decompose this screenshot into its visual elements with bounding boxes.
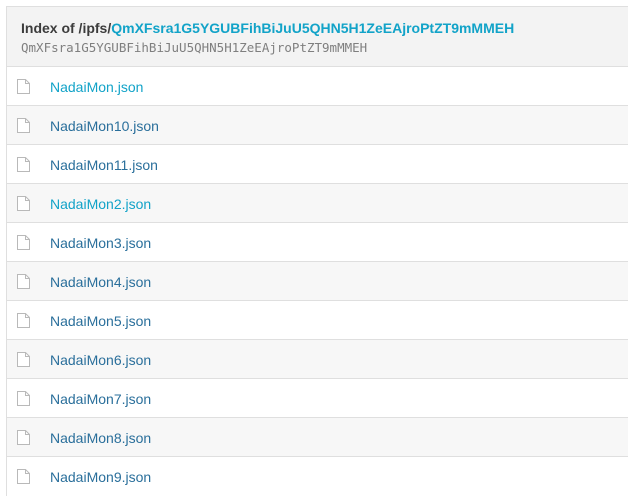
file-icon xyxy=(17,118,30,133)
file-icon xyxy=(17,235,30,250)
file-link[interactable]: NadaiMon7.json xyxy=(50,390,151,408)
file-link[interactable]: NadaiMon3.json xyxy=(50,234,151,252)
file-list: NadaiMon.json NadaiMon10.json NadaiMon11… xyxy=(7,67,628,496)
table-row: NadaiMon5.json xyxy=(7,301,628,340)
table-row: NadaiMon6.json xyxy=(7,340,628,379)
file-icon xyxy=(17,313,30,328)
table-row: NadaiMon4.json xyxy=(7,262,628,301)
table-row: NadaiMon10.json xyxy=(7,106,628,145)
file-link[interactable]: NadaiMon5.json xyxy=(50,312,151,330)
table-row: NadaiMon2.json xyxy=(7,184,628,223)
file-icon xyxy=(17,469,30,484)
file-icon xyxy=(17,274,30,289)
file-icon xyxy=(17,352,30,367)
file-link[interactable]: NadaiMon6.json xyxy=(50,351,151,369)
file-link[interactable]: NadaiMon2.json xyxy=(50,195,151,213)
file-link[interactable]: NadaiMon10.json xyxy=(50,117,159,135)
file-link[interactable]: NadaiMon11.json xyxy=(50,156,158,174)
file-icon xyxy=(17,196,30,211)
file-icon xyxy=(17,157,30,172)
directory-listing: Index of /ipfs/QmXFsra1G5YGUBFihBiJuU5QH… xyxy=(6,6,628,496)
file-link[interactable]: NadaiMon4.json xyxy=(50,273,151,291)
listing-header: Index of /ipfs/QmXFsra1G5YGUBFihBiJuU5QH… xyxy=(7,7,628,67)
file-icon xyxy=(17,391,30,406)
file-link[interactable]: NadaiMon9.json xyxy=(50,468,151,486)
table-row: NadaiMon7.json xyxy=(7,379,628,418)
ipfs-hash: QmXFsra1G5YGUBFihBiJuU5QHN5H1ZeEAjroPtZT… xyxy=(21,40,368,55)
table-row: NadaiMon8.json xyxy=(7,418,628,457)
file-icon xyxy=(17,79,30,94)
title-prefix: Index of /ipfs/ xyxy=(21,20,112,36)
page-title: Index of /ipfs/QmXFsra1G5YGUBFihBiJuU5QH… xyxy=(21,19,628,37)
table-row: NadaiMon.json xyxy=(7,67,628,106)
cid-link[interactable]: QmXFsra1G5YGUBFihBiJuU5QHN5H1ZeEAjroPtZT… xyxy=(111,20,514,36)
file-link[interactable]: NadaiMon.json xyxy=(50,78,143,96)
table-row: NadaiMon3.json xyxy=(7,223,628,262)
table-row: NadaiMon9.json xyxy=(7,457,628,496)
file-icon xyxy=(17,430,30,445)
table-row: NadaiMon11.json xyxy=(7,145,628,184)
file-link[interactable]: NadaiMon8.json xyxy=(50,429,151,447)
